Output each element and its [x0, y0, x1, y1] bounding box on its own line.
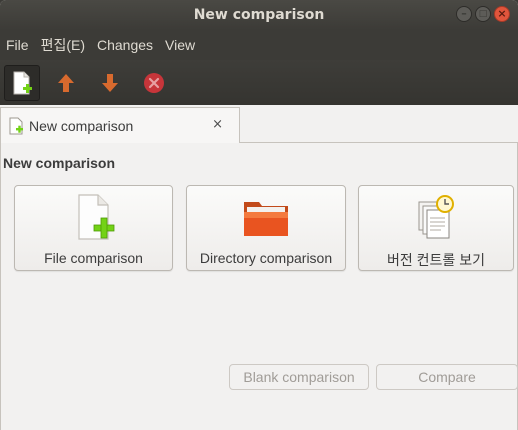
tab-new-comparison[interactable]: New comparison × [0, 107, 240, 143]
close-tab-icon[interactable]: × [212, 117, 223, 132]
version-control-label: 버전 컨트롤 보기 [387, 252, 485, 268]
new-comparison-panel: New comparison File comparison Directory… [0, 143, 518, 430]
new-document-icon [8, 117, 24, 135]
file-comparison-label: File comparison [44, 250, 143, 266]
toolbar [0, 60, 518, 105]
compare-button[interactable]: Compare [376, 364, 518, 390]
directory-comparison-label: Directory comparison [199, 250, 333, 266]
file-add-icon [77, 194, 114, 240]
section-title: New comparison [3, 155, 116, 171]
folder-icon [244, 202, 288, 236]
new-comparison-button[interactable] [4, 64, 40, 101]
close-icon: × [497, 7, 507, 20]
window-title: New comparison [193, 7, 325, 23]
menu-view[interactable]: View [159, 37, 201, 53]
menu-file[interactable]: File [0, 37, 35, 53]
previous-change-button[interactable] [48, 65, 84, 101]
menu-changes[interactable]: Changes [91, 37, 159, 53]
title-bar[interactable]: New comparison – □ × [0, 0, 518, 30]
directory-comparison-button[interactable]: Directory comparison [186, 185, 346, 271]
tab-bar: New comparison × [0, 105, 518, 143]
arrow-down-icon [102, 73, 118, 92]
next-change-button[interactable] [92, 65, 128, 101]
version-control-button[interactable]: 버전 컨트롤 보기 [358, 185, 514, 271]
new-document-icon [13, 71, 32, 94]
maximize-button[interactable]: □ [475, 6, 491, 22]
tab-label: New comparison [29, 117, 134, 134]
minimize-button[interactable]: – [456, 6, 472, 22]
minimize-icon: – [461, 7, 467, 20]
menu-edit[interactable]: 편집(E) [35, 35, 91, 55]
arrow-up-icon [58, 73, 74, 92]
menu-bar: File 편집(E) Changes View [0, 30, 518, 60]
blank-comparison-button[interactable]: Blank comparison [229, 364, 369, 390]
stop-button[interactable] [136, 65, 172, 101]
window-controls: – □ × [456, 6, 510, 22]
file-comparison-button[interactable]: File comparison [14, 185, 173, 271]
version-control-icon [418, 195, 454, 239]
app-window: New comparison – □ × File 편집(E) Changes … [0, 0, 518, 430]
close-window-button[interactable]: × [494, 6, 510, 22]
stop-icon [144, 72, 164, 93]
maximize-icon: □ [478, 9, 488, 19]
